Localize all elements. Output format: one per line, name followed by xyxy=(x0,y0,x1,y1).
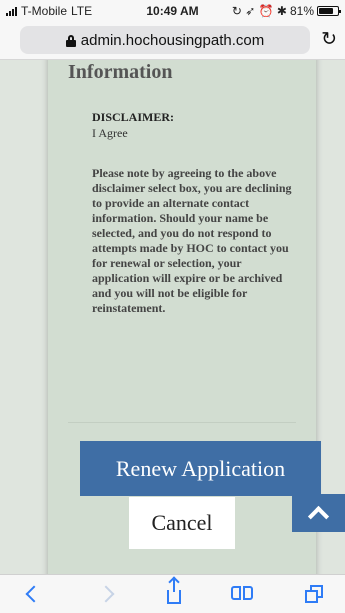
renew-application-button[interactable]: Renew Application xyxy=(80,441,321,496)
network-type: LTE xyxy=(71,4,93,18)
battery-icon xyxy=(317,6,341,16)
chevron-up-icon xyxy=(307,505,330,527)
scroll-to-top-button[interactable] xyxy=(292,494,345,532)
disclaimer-label: DISCLAIMER: xyxy=(92,110,175,124)
divider xyxy=(68,422,296,423)
page-content: Information DISCLAIMER: I Agree Please n… xyxy=(0,60,345,574)
disclaimer-notice: Please note by agreeing to the above dis… xyxy=(92,166,292,315)
forward-button[interactable] xyxy=(84,575,128,613)
tabs-icon xyxy=(305,585,323,603)
back-button[interactable] xyxy=(12,575,56,613)
reload-icon[interactable]: ↻ xyxy=(321,30,337,50)
share-icon xyxy=(167,578,181,604)
carrier-group: T-Mobile LTE xyxy=(6,4,92,18)
url-text: admin.hochousingpath.com xyxy=(80,31,265,49)
url-field[interactable]: admin.hochousingpath.com xyxy=(20,26,310,54)
browser-toolbar xyxy=(0,574,345,613)
lock-icon xyxy=(65,34,76,47)
signal-strength-icon xyxy=(6,6,17,16)
share-button[interactable] xyxy=(152,575,196,613)
book-icon xyxy=(231,586,253,602)
section-heading: Information xyxy=(68,61,173,83)
status-indicators: ↻ ➶ ⏰ ✱ 81% xyxy=(231,4,341,18)
chevron-left-icon xyxy=(25,585,43,603)
cancel-button[interactable]: Cancel xyxy=(129,497,235,549)
battery-fill xyxy=(319,8,334,14)
tabs-button[interactable] xyxy=(292,575,336,613)
disclaimer-value: I Agree xyxy=(92,126,128,140)
status-bar: T-Mobile LTE 10:49 AM ↻ ➶ ⏰ ✱ 81% xyxy=(0,0,345,22)
carrier-name: T-Mobile xyxy=(21,4,68,18)
bookmarks-button[interactable] xyxy=(220,575,264,613)
browser-address-bar: admin.hochousingpath.com ↻ xyxy=(0,22,345,60)
system-indicator-icons: ↻ ➶ ⏰ ✱ xyxy=(231,4,287,18)
chevron-right-icon xyxy=(97,585,115,603)
battery-percent: 81% xyxy=(289,4,314,18)
